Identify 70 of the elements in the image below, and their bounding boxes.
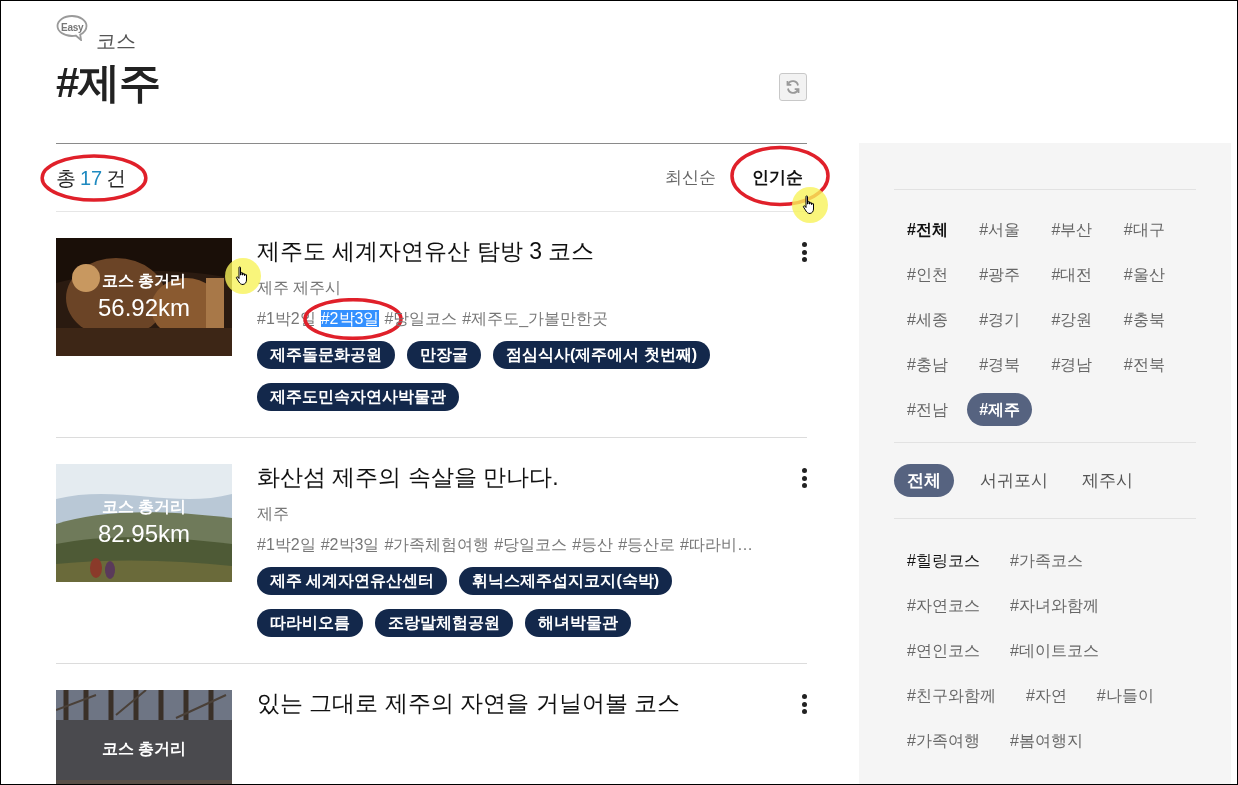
place-chip[interactable]: 만장굴 xyxy=(407,341,481,369)
course-title[interactable]: 있는 그대로 제주의 자연을 거닐어볼 코스 xyxy=(257,690,680,716)
region-tag[interactable]: #전남 xyxy=(907,393,948,426)
region-tag[interactable]: #인천 xyxy=(907,258,948,291)
subregion-tab[interactable]: 전체 xyxy=(894,464,954,497)
theme-tag[interactable]: #데이트코스 xyxy=(1009,638,1099,663)
theme-tag[interactable]: #가족코스 xyxy=(1009,548,1083,573)
region-tag[interactable]: #서울 xyxy=(979,213,1021,246)
hashtag-link[interactable]: #당일코스 xyxy=(494,536,568,553)
theme-tag[interactable]: #가족여행 xyxy=(907,728,980,753)
hashtag-link[interactable]: #등산 xyxy=(572,536,614,553)
hashtag-link[interactable]: #1박2일 xyxy=(257,536,316,553)
theme-tag[interactable]: #자녀와함께 xyxy=(1009,593,1099,618)
place-chip[interactable]: 제주돌문화공원 xyxy=(257,341,395,369)
hashtag-link[interactable]: #제주도_가볼만한곳 xyxy=(462,310,609,327)
region-tag[interactable]: #울산 xyxy=(1123,258,1165,291)
refresh-button[interactable] xyxy=(779,73,807,101)
region-tag[interactable]: #세종 xyxy=(907,303,948,336)
region-tag[interactable]: #전북 xyxy=(1123,348,1165,381)
subregion-tab[interactable]: 제주시 xyxy=(1074,464,1141,497)
region-tag[interactable]: #경북 xyxy=(979,348,1021,381)
more-options-icon[interactable] xyxy=(801,242,807,262)
region-tag[interactable]: #대전 xyxy=(1051,258,1093,291)
region-text: 제주 xyxy=(257,504,290,524)
region-tag[interactable]: #전체 xyxy=(907,213,948,246)
region-tag[interactable]: #광주 xyxy=(979,258,1021,291)
place-chip[interactable]: 따라비오름 xyxy=(257,609,363,637)
course-title[interactable]: 제주도 세계자연유산 탐방 3 코스 xyxy=(257,238,595,264)
region-tag[interactable]: #경남 xyxy=(1051,348,1093,381)
category-label: 코스 xyxy=(96,29,136,54)
distance-value: 82.95km xyxy=(97,519,191,549)
region-tag[interactable]: #충북 xyxy=(1123,303,1165,336)
region-tag[interactable]: #제주 xyxy=(967,393,1033,426)
place-chip[interactable]: 제주 세계자연유산센터 xyxy=(257,567,448,595)
result-count: 총 17 건 xyxy=(56,165,127,191)
region-tag[interactable]: #부산 xyxy=(1051,213,1093,246)
place-chip[interactable]: 휘닉스제주섭지코지(숙박) xyxy=(459,567,673,595)
distance-label: 코스 총거리 xyxy=(101,271,187,291)
easy-badge-label: Easy xyxy=(61,21,84,35)
theme-tag[interactable]: #연인코스 xyxy=(907,638,980,663)
hashtag-link[interactable]: #따라비… xyxy=(680,536,753,553)
theme-tag[interactable]: #봄여행지 xyxy=(1009,728,1083,753)
region-tag[interactable]: #대구 xyxy=(1123,213,1165,246)
sort-option[interactable]: 최신순 xyxy=(665,164,716,191)
subregion-tab[interactable]: 서귀포시 xyxy=(972,464,1056,497)
hashtag-link[interactable]: #등산로 xyxy=(618,536,676,553)
theme-tag[interactable]: #자연코스 xyxy=(907,593,980,618)
distance-value: 56.92km xyxy=(97,293,191,323)
region-tag[interactable]: #강원 xyxy=(1051,303,1093,336)
place-chip[interactable]: 해녀박물관 xyxy=(525,609,631,637)
region-text: 제주 제주시 xyxy=(257,278,343,298)
more-options-icon[interactable] xyxy=(801,468,807,488)
theme-tag[interactable]: #친구와함께 xyxy=(907,683,996,708)
more-options-icon[interactable] xyxy=(801,694,807,714)
distance-label: 코스 총거리 xyxy=(101,739,187,759)
hashtag-link[interactable]: #가족체험여행 xyxy=(384,536,490,553)
page-title: #제주 xyxy=(56,58,161,108)
place-chip[interactable]: 점심식사(제주에서 첫번째) xyxy=(493,341,711,369)
theme-tag[interactable]: #자연 xyxy=(1025,683,1067,708)
refresh-icon xyxy=(785,79,801,95)
place-chip[interactable]: 조랑말체험공원 xyxy=(375,609,513,637)
distance-label: 코스 총거리 xyxy=(101,497,187,517)
region-tag[interactable]: #경기 xyxy=(979,303,1021,336)
course-title[interactable]: 화산섬 제주의 속살을 만나다. xyxy=(257,464,559,490)
hashtag-link[interactable]: #2박3일 xyxy=(320,310,380,327)
region-tag[interactable]: #충남 xyxy=(907,348,948,381)
hashtag-link[interactable]: #2박3일 xyxy=(320,536,380,553)
theme-tag[interactable]: #나들이 xyxy=(1096,683,1154,708)
place-chip[interactable]: 제주도민속자연사박물관 xyxy=(257,383,459,411)
theme-tag[interactable]: #힐링코스 xyxy=(907,548,980,573)
